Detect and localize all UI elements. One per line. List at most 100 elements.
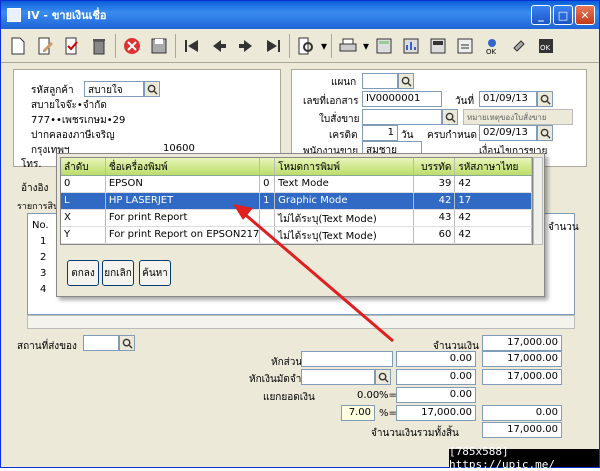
vat-base-value: 17,000.00 <box>396 405 476 421</box>
deposit-total: 17,000.00 <box>482 369 562 385</box>
report-icon[interactable] <box>398 33 424 59</box>
svg-text:OK: OK <box>540 44 551 52</box>
horizontal-scrollbar[interactable] <box>27 315 575 329</box>
ok-icon[interactable]: OK <box>479 33 505 59</box>
deposit-label: หักเงินมัดจำ <box>249 374 302 385</box>
find-button[interactable]: ค้นหา <box>139 260 171 286</box>
department-label: แผนก <box>331 77 357 88</box>
mode-no-header[interactable] <box>260 158 276 175</box>
vat-value: 0.00 <box>482 405 562 421</box>
printer-select-dialog: ลำดับ ชื่อเครื่องพิมพ์ โหมดการพิมพ์ บรรท… <box>56 153 545 297</box>
thai-code-header[interactable]: รหัสภาษาไทย <box>455 158 532 175</box>
due-date-input[interactable]: 02/09/13 <box>479 125 537 141</box>
customer-code-label: รหัสลูกค้า <box>31 85 74 96</box>
minimize-button[interactable]: _ <box>531 5 551 25</box>
vat-percent-input[interactable]: 7.00 <box>341 405 375 421</box>
amount-value: 17,000.00 <box>482 335 562 351</box>
new-document-icon[interactable] <box>5 33 31 59</box>
exit-icon[interactable]: OK <box>533 33 559 59</box>
discount-total: 17,000.00 <box>482 351 562 367</box>
recalculate-icon[interactable] <box>452 33 478 59</box>
table-row[interactable]: 3 <box>40 268 46 284</box>
deposit-input[interactable] <box>301 369 375 385</box>
toolbar: ▾ ▾ OK OK <box>1 29 599 63</box>
discount-input[interactable] <box>301 351 393 367</box>
docno-label: เลขที่เอกสาร <box>303 96 359 107</box>
department-input[interactable] <box>362 73 398 89</box>
vat-percent-sign: %= <box>379 408 397 419</box>
printer-grid: ลำดับ ชื่อเครื่องพิมพ์ โหมดการพิมพ์ บรรท… <box>60 157 533 245</box>
edit-icon[interactable] <box>32 33 58 59</box>
credit-input[interactable]: 1 <box>362 125 398 141</box>
invoice-input[interactable] <box>362 109 442 125</box>
split-value: 0.00 <box>396 387 476 403</box>
ship-location-label: สถานที่ส่งของ <box>17 341 77 352</box>
reference-label: อ้างอิง <box>21 183 49 194</box>
discount-value: 0.00 <box>396 351 476 367</box>
tel-label: โทร. <box>21 159 42 170</box>
customer-name: สบายใจจ๊ะ•จำกัด <box>31 100 107 111</box>
printer-row[interactable]: X For print Report ไม่ได้ระบุ(Text Mode) 43… <box>61 210 532 227</box>
app-icon <box>7 8 21 22</box>
printer-name-header[interactable]: ชื่อเครื่องพิมพ์ <box>106 158 261 175</box>
dropdown-arrow-icon[interactable]: ▾ <box>320 33 328 59</box>
next-record-icon[interactable] <box>233 33 259 59</box>
search-document-icon[interactable] <box>293 33 319 59</box>
ship-location-input[interactable] <box>83 335 119 351</box>
approve-icon[interactable] <box>59 33 85 59</box>
date-label: วันที่ <box>455 96 475 107</box>
col-qty-header: จำนวน <box>548 222 579 233</box>
customer-address-2: ปากคลองภาษีเจริญ <box>31 130 115 141</box>
split-label: แยกยอดเงิน <box>263 392 315 403</box>
calculator-icon[interactable] <box>371 33 397 59</box>
grand-total-label: จำนวนเงินรวมทั้งสิ้น <box>371 428 459 439</box>
col-no-header: No. <box>32 220 49 231</box>
cancel-icon[interactable] <box>119 33 145 59</box>
dropdown-arrow-icon[interactable]: ▾ <box>362 33 370 59</box>
printer-row[interactable]: 0 EPSON 0 Text Mode 39 42 <box>61 176 532 193</box>
due-date-picker-button[interactable] <box>537 125 553 141</box>
customer-address-1: 777••เพชรเกษม•29 <box>31 115 126 126</box>
link-icon[interactable] <box>506 33 532 59</box>
save-icon[interactable] <box>146 33 172 59</box>
lines-header[interactable]: บรรทัด <box>414 158 456 175</box>
grand-total-value: 17,000.00 <box>482 422 562 438</box>
ship-location-search-button[interactable] <box>119 335 135 351</box>
due-label: ครบกำหนด <box>427 130 477 141</box>
ok-button[interactable]: ตกลง <box>67 260 99 286</box>
cancel-button[interactable]: ยกเลิก <box>102 260 134 286</box>
invoice-note-button[interactable]: หมายเหตุของใบสั่งขาย <box>463 109 573 125</box>
split-percent-sign: %= <box>379 390 397 401</box>
previous-record-icon[interactable] <box>206 33 232 59</box>
close-button[interactable]: ✕ <box>575 5 595 25</box>
table-row[interactable]: 2 <box>40 252 46 268</box>
docno-input[interactable]: IV0000001 <box>362 91 442 107</box>
printer-grid-scrollbar[interactable] <box>533 157 543 245</box>
title-bar: IV - ขายเงินเชื่อ _ □ ✕ <box>1 1 599 29</box>
trash-icon[interactable] <box>86 33 112 59</box>
credit-label: เครดิต <box>329 130 358 141</box>
invoice-label: ใบสั่งขาย <box>319 114 360 125</box>
tax-icon[interactable] <box>425 33 451 59</box>
print-icon[interactable] <box>335 33 361 59</box>
date-input[interactable]: 01/09/13 <box>479 91 537 107</box>
maximize-button[interactable]: □ <box>553 5 573 25</box>
print-mode-header[interactable]: โหมดการพิมพ์ <box>275 158 414 175</box>
last-record-icon[interactable] <box>260 33 286 59</box>
printer-row[interactable]: Y For print Report on EPSON2170i ไม่ได้ระบ… <box>61 227 532 244</box>
printer-row-selected[interactable]: L HP LASERJET 1 Graphic Mode 42 17 <box>61 193 532 210</box>
customer-search-button[interactable] <box>144 81 160 97</box>
first-record-icon[interactable] <box>179 33 205 59</box>
invoice-search-button[interactable] <box>442 109 458 125</box>
seq-header[interactable]: ลำดับ <box>61 158 106 175</box>
printer-grid-header: ลำดับ ชื่อเครื่องพิมพ์ โหมดการพิมพ์ บรรท… <box>61 158 532 176</box>
date-picker-button[interactable] <box>537 91 553 107</box>
department-search-button[interactable] <box>398 73 414 89</box>
deposit-value: 0.00 <box>396 369 476 385</box>
main-window: IV - ขายเงินเชื่อ _ □ ✕ ▾ ▾ OK OK รหัสลู… <box>0 0 600 471</box>
table-row[interactable]: 1 <box>40 236 46 252</box>
table-row[interactable]: 4 <box>40 284 46 300</box>
deposit-search-button[interactable] <box>375 369 391 385</box>
customer-code-input[interactable]: สบายใจ <box>84 81 144 97</box>
watermark-text: [785x588] https://upic.me/ <box>449 445 599 471</box>
